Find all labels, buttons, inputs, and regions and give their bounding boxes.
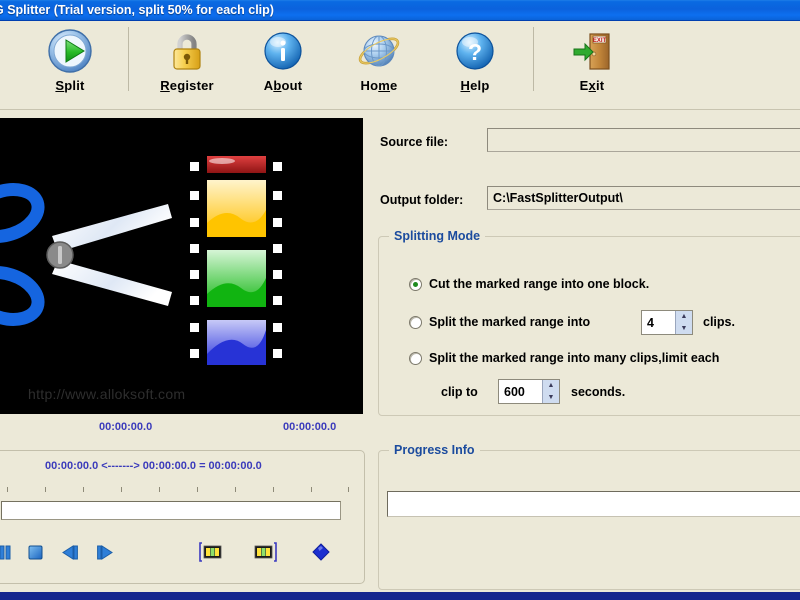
radio-split-by-seconds[interactable] bbox=[409, 351, 422, 365]
seconds-unit-label: seconds. bbox=[571, 385, 626, 399]
clips-count-stepper[interactable]: 4 ▲ ▼ bbox=[641, 310, 693, 335]
output-folder-label: Output folder: bbox=[380, 193, 464, 207]
seconds-spin-buttons[interactable]: ▲ ▼ bbox=[542, 380, 559, 403]
pause-icon bbox=[0, 545, 11, 560]
diamond-icon bbox=[312, 543, 330, 561]
watermark-url: http://www.alloksoft.com bbox=[28, 386, 186, 402]
clip-to-label: clip to bbox=[441, 385, 478, 399]
next-frame-button[interactable] bbox=[91, 538, 119, 566]
option-split-by-seconds-label: Split the marked range into many clips,l… bbox=[429, 351, 720, 365]
output-folder-input[interactable]: C:\FastSplitterOutput\ bbox=[487, 186, 800, 210]
help-button-label: Help bbox=[460, 78, 490, 93]
next-frame-icon bbox=[97, 545, 113, 560]
splitting-mode-legend: Splitting Mode bbox=[389, 229, 486, 243]
option-split-into-n-label: Split the marked range into bbox=[429, 315, 591, 329]
toolbar-separator-1 bbox=[128, 27, 129, 91]
help-button[interactable]: ? Help bbox=[427, 21, 523, 105]
option-split-into-n[interactable]: Split the marked range into bbox=[409, 315, 590, 329]
about-button-label: About bbox=[263, 78, 303, 93]
globe-icon bbox=[355, 27, 403, 75]
progress-info-field bbox=[387, 491, 800, 517]
clips-count-spin-buttons[interactable]: ▲ ▼ bbox=[675, 311, 692, 334]
seconds-up-icon[interactable]: ▲ bbox=[543, 380, 559, 392]
mark-end-icon bbox=[254, 542, 277, 562]
split-button[interactable]: Split bbox=[22, 21, 118, 105]
padlock-icon bbox=[163, 27, 211, 75]
status-bar bbox=[0, 592, 800, 600]
question-circle-icon: ? bbox=[451, 27, 499, 75]
clips-count-down-icon[interactable]: ▼ bbox=[676, 323, 692, 335]
preview-time-row: 00:00:00.0 00:00:00.0 bbox=[0, 418, 363, 444]
svg-text:EXIT: EXIT bbox=[593, 38, 607, 44]
progress-info-group: Progress Info bbox=[378, 443, 800, 590]
register-button-label: Register bbox=[160, 78, 214, 93]
output-folder-row: Output folder: bbox=[380, 188, 463, 212]
option-split-by-seconds[interactable]: Split the marked range into many clips,l… bbox=[409, 351, 719, 365]
seconds-stepper[interactable]: 600 ▲ ▼ bbox=[498, 379, 560, 404]
home-button[interactable]: Home bbox=[331, 21, 427, 105]
previous-frame-button[interactable] bbox=[56, 538, 84, 566]
clips-count-up-icon[interactable]: ▲ bbox=[676, 311, 692, 323]
settings-pane: Source file: Output folder: C:\FastSplit… bbox=[370, 118, 800, 590]
option-cut-one-block-label: Cut the marked range into one block. bbox=[429, 277, 650, 291]
stop-button[interactable] bbox=[21, 538, 49, 566]
option-cut-one-block[interactable]: Cut the marked range into one block. bbox=[409, 277, 649, 291]
timeline-panel: 00:00:00.0 <-------> 00:00:00.0 = 00:00:… bbox=[0, 450, 365, 584]
title-bar: G Splitter (Trial version, split 50% for… bbox=[0, 0, 800, 21]
timeline-slider[interactable] bbox=[1, 501, 341, 520]
window-title: G Splitter (Trial version, split 50% for… bbox=[0, 3, 274, 17]
mark-start-icon bbox=[199, 542, 222, 562]
application-window: G Splitter (Trial version, split 50% for… bbox=[0, 0, 800, 600]
playback-controls bbox=[0, 536, 360, 572]
play-circle-icon bbox=[46, 27, 94, 75]
svg-text:?: ? bbox=[468, 39, 482, 65]
source-file-input[interactable] bbox=[487, 128, 800, 152]
preview-start-time: 00:00:00.0 bbox=[99, 421, 153, 433]
exit-button[interactable]: EXIT Exit bbox=[544, 21, 640, 105]
splash-logo bbox=[0, 118, 363, 414]
stop-icon bbox=[28, 545, 43, 560]
set-start-mark-button[interactable] bbox=[197, 538, 225, 566]
split-button-label: Split bbox=[55, 78, 85, 93]
seconds-down-icon[interactable]: ▼ bbox=[543, 392, 559, 404]
radio-split-into-n[interactable] bbox=[409, 315, 422, 329]
add-mark-button[interactable] bbox=[307, 538, 335, 566]
source-file-label: Source file: bbox=[380, 135, 449, 149]
set-end-mark-button[interactable] bbox=[251, 538, 279, 566]
info-circle-icon bbox=[259, 27, 307, 75]
video-preview[interactable]: http://www.alloksoft.com bbox=[0, 118, 363, 414]
timeline-ticks bbox=[7, 487, 350, 495]
about-button[interactable]: About bbox=[235, 21, 331, 105]
toolbar-separator-2 bbox=[533, 27, 534, 91]
exit-door-icon: EXIT bbox=[568, 27, 616, 75]
register-button[interactable]: Register bbox=[139, 21, 235, 105]
splitting-mode-group: Splitting Mode Cut the marked range into… bbox=[378, 229, 800, 416]
preview-end-time: 00:00:00.0 bbox=[283, 421, 337, 433]
home-button-label: Home bbox=[360, 78, 398, 93]
mark-range-summary: 00:00:00.0 <-------> 00:00:00.0 = 00:00:… bbox=[45, 460, 262, 472]
radio-cut-one-block[interactable] bbox=[409, 277, 422, 291]
main-toolbar: Split Register About Home ? Help EXIT Ex… bbox=[0, 21, 800, 110]
source-file-row: Source file: bbox=[380, 130, 448, 154]
progress-info-legend: Progress Info bbox=[389, 443, 480, 457]
pause-button[interactable] bbox=[0, 538, 19, 566]
clips-count-value[interactable]: 4 bbox=[642, 311, 675, 334]
prev-frame-icon bbox=[62, 545, 78, 560]
exit-button-label: Exit bbox=[579, 78, 605, 93]
seconds-value[interactable]: 600 bbox=[499, 380, 542, 403]
clips-unit-label: clips. bbox=[703, 315, 735, 329]
